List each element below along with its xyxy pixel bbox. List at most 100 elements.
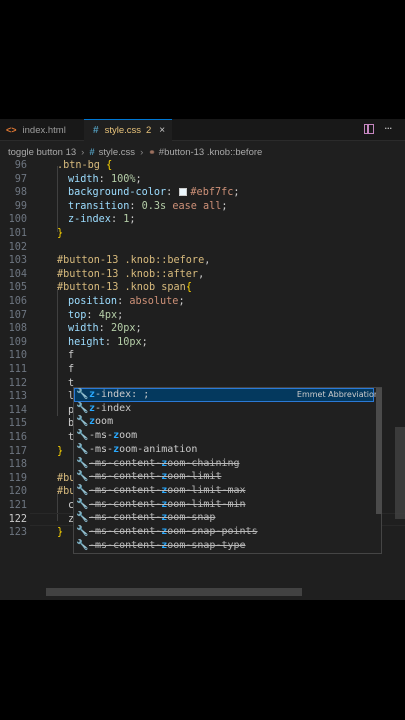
code-text: width: 100%; [68,173,142,185]
code-text: #button-13 .knob span{ [57,282,192,294]
line-number: 102 [8,241,27,253]
suggestion-label: -ms-content-zoom-limit-min [89,498,246,510]
wrench-icon: 🔧 [76,457,89,469]
suggestion-label: z-index: ; [89,389,150,400]
code-line[interactable]: 101} [0,227,405,241]
code-text: position: absolute; [68,296,185,307]
wrench-icon: 🔧 [76,443,89,455]
code-line[interactable]: 104 #button-13 .knob::after, [0,268,405,282]
html-file-icon: <> [6,125,17,135]
code-line[interactable]: 96 .btn-bg { [0,159,405,173]
code-line[interactable]: 107 top: 4px; [0,309,405,323]
tab-label: index.html [22,124,66,136]
line-number: 119 [8,472,27,484]
line-number: 111 [8,364,27,375]
selector-symbol-icon: ⚭ [148,146,156,157]
code-line[interactable]: 110 f [0,349,405,363]
code-editor[interactable]: 96 .btn-bg {97 width: 100%; 98 background-co… [0,159,405,600]
breadcrumb: toggle button 13 › # style.css › ⚭ #butt… [8,145,262,159]
code-text: transition: 0.3s ease all; [68,200,228,212]
code-line[interactable]: 98 background-color: #ebf7fc; [0,186,405,200]
line-number: 121 [8,500,27,511]
tab-style-css[interactable]: # style.css 2 × [84,119,172,141]
suggestion-label: -ms-content-zoom-chaining [89,457,240,469]
line-number: 103 [8,255,27,267]
suggestion-label: -ms-zoom-animation [89,443,198,455]
code-line[interactable]: 100 z-index: 1; [0,213,405,227]
suggestion-widget[interactable]: 🔧 z-index: ; Emmet Abbreviation 🔧 z-index 🔧 zo… [73,387,382,554]
suggestion-item[interactable]: 🔧 zoom [74,415,374,429]
suggestion-item[interactable]: 🔧 -ms-zoom-animation [74,443,374,457]
suggestion-item[interactable]: 🔧 -ms-content-zoom-limit-max [74,484,374,498]
breadcrumb-selector[interactable]: #button-13 .knob::before [159,147,263,158]
code-line[interactable]: 97 width: 100%; [0,173,405,187]
more-actions-icon[interactable]: ··· [384,122,392,135]
suggestion-item[interactable]: 🔧 -ms-content-zoom-limit [74,470,374,484]
tab-index-html[interactable]: <> index.html [0,119,84,141]
breadcrumb-folder[interactable]: toggle button 13 [8,147,76,158]
line-number: 120 [8,486,27,498]
code-text: background-color: #ebf7fc; [68,187,240,199]
wrench-icon: 🔧 [76,402,89,414]
wrench-icon: 🔧 [76,512,89,524]
close-icon[interactable]: × [159,125,165,136]
split-editor-icon[interactable] [364,124,374,134]
code-text: .btn-bg { [57,160,113,171]
suggestion-scrollbar[interactable] [376,388,382,514]
tab-bar: <> index.html # style.css 2 × ··· [0,119,405,141]
code-text: #button-13 .knob::before, [57,255,211,267]
suggestion-label: -ms-content-zoom-snap [89,512,216,524]
line-number: 97 [14,173,27,185]
code-line[interactable]: 105 #button-13 .knob span{ [0,281,405,295]
code-text: f [68,364,75,375]
chevron-right-icon: › [140,146,144,158]
line-number: 105 [8,282,27,294]
code-text: } [57,527,64,539]
line-number: 108 [8,323,27,335]
wrench-icon: 🔧 [76,389,89,400]
wrench-icon: 🔧 [76,430,89,442]
suggestion-item[interactable]: 🔧 -ms-content-zoom-snap [74,511,374,525]
line-number: 104 [8,268,27,280]
code-text: f [68,350,75,362]
vscode-window: <> index.html # style.css 2 × ··· toggle… [0,119,405,600]
suggestion-label: zoom [89,416,114,428]
code-text: height: 10px; [68,336,148,348]
suggestion-item[interactable]: 🔧 -ms-content-zoom-snap-points [74,525,374,539]
line-number: 113 [8,391,27,403]
suggestion-item[interactable]: 🔧 z-index [74,402,374,416]
wrench-icon: 🔧 [76,484,89,496]
line-number: 109 [8,336,27,348]
code-text: width: 20px; [68,323,142,335]
suggestion-item[interactable]: 🔧 -ms-content-zoom-chaining [74,457,374,471]
suggestion-item[interactable]: 🔧 -ms-zoom [74,429,374,443]
suggestion-item[interactable]: 🔧 -ms-content-zoom-snap-type [74,539,374,553]
code-line[interactable]: 99 transition: 0.3s ease all; [0,200,405,214]
line-number: 100 [8,214,27,226]
code-line[interactable]: 111 f [0,363,405,377]
breadcrumb-file[interactable]: style.css [99,147,135,158]
suggestion-item[interactable]: 🔧 z-index: ; Emmet Abbreviation [74,388,379,402]
wrench-icon: 🔧 [76,471,89,483]
line-number: 98 [14,187,27,199]
code-line[interactable]: 108 width: 20px; [0,322,405,336]
line-number: 122 [8,513,27,525]
code-line[interactable]: 103 #button-13 .knob::before, [0,254,405,268]
problems-count: 2 [146,125,152,136]
line-number: 118 [8,459,27,471]
code-line[interactable]: 106 position: absolute; [0,295,405,309]
suggestion-label: -ms-zoom [89,430,138,442]
code-line[interactable]: 109 height: 10px; [0,336,405,350]
wrench-icon: 🔧 [76,498,89,510]
horizontal-scrollbar[interactable] [46,588,302,596]
css-file-icon: # [93,125,99,136]
color-swatch[interactable] [179,188,188,197]
code-line[interactable]: 102 [0,241,405,255]
wrench-icon: 🔧 [76,539,89,551]
wrench-icon: 🔧 [76,416,89,428]
suggestion-item[interactable]: 🔧 -ms-content-zoom-limit-min [74,498,374,512]
line-number: 115 [8,418,27,430]
vertical-scrollbar[interactable] [395,427,405,519]
line-number: 116 [8,432,27,443]
code-text: } [57,445,64,457]
